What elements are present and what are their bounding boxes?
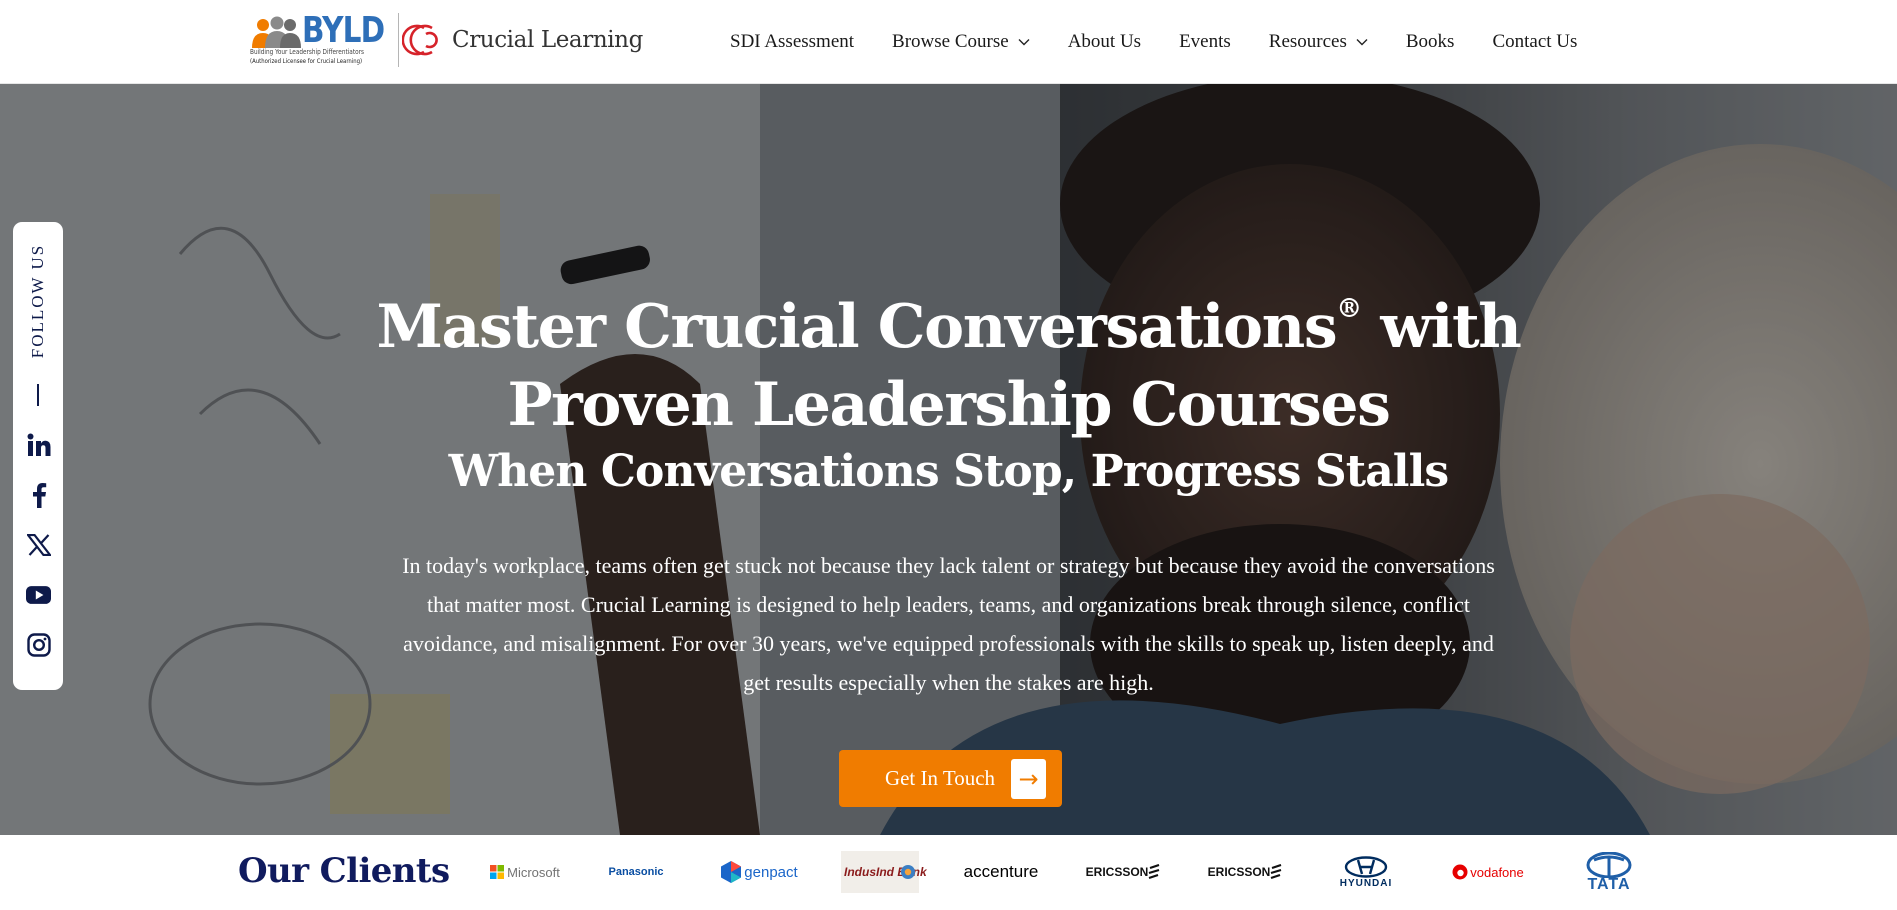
logo-divider <box>398 13 399 67</box>
main-nav: SDI Assessment Browse Course About Us Ev… <box>730 0 1577 84</box>
hero-subtitle: When Conversations Stop, Progress Stalls <box>448 446 1450 497</box>
nav-resources[interactable]: Resources <box>1269 31 1368 53</box>
youtube-icon[interactable] <box>26 582 51 607</box>
crucial-learning-wordmark: Crucial Learning <box>452 27 643 53</box>
hero-description: In today's workplace, teams often get st… <box>402 553 1495 695</box>
hero-title-line2: Proven Leadership Courses <box>507 370 1390 440</box>
instagram-icon[interactable] <box>26 632 51 657</box>
hero-content: Master Crucial Conversations® with Prove… <box>0 84 1897 835</box>
byld-wordmark: BYLD <box>302 10 385 51</box>
chevron-down-icon <box>1018 39 1030 46</box>
people-icon <box>250 14 302 48</box>
hyundai-icon <box>1344 855 1388 878</box>
client-name: HYUNDAI <box>1339 877 1393 889</box>
crucial-learning-mark-icon <box>402 24 438 56</box>
linkedin-icon[interactable] <box>26 432 51 457</box>
byld-tagline: Building Your Leadership Differentiators <box>250 48 364 56</box>
get-in-touch-button[interactable]: Get In Touch → <box>839 750 1062 807</box>
nav-label: Events <box>1179 31 1231 52</box>
nav-label: SDI Assessment <box>730 31 855 52</box>
nav-label: Books <box>1405 31 1455 52</box>
nav-contact-us[interactable]: Contact Us <box>1492 31 1577 53</box>
client-logo-ericsson-2: ERICSSON <box>1204 851 1286 893</box>
hero-title: Master Crucial Conversations® with Prove… <box>330 270 1567 444</box>
nav-about-us[interactable]: About Us <box>1068 31 1141 53</box>
client-name: TATA <box>1587 876 1631 893</box>
indusind-emblem-icon <box>901 865 915 879</box>
nav-label: Contact Us <box>1492 31 1578 52</box>
hero-title-line1: Master Crucial Conversations <box>376 292 1337 362</box>
follow-us-text: FOLLOW US <box>28 243 47 359</box>
client-name: Panasonic <box>608 866 664 878</box>
clients-strip: Our Clients Microsoft Panasonic genpact … <box>0 835 1897 910</box>
vodafone-icon <box>1452 864 1468 880</box>
client-logo-accenture: accenture <box>960 851 1042 893</box>
nav-books[interactable]: Books <box>1406 31 1455 53</box>
chevron-down-icon <box>1356 39 1368 46</box>
nav-label: Resources <box>1268 31 1347 52</box>
client-logo-indusind-bank: IndusInd Bank <box>841 851 927 893</box>
client-name: genpact <box>744 863 798 881</box>
nav-label: About Us <box>1067 31 1142 52</box>
genpact-icon <box>721 861 742 883</box>
client-name: Microsoft <box>507 864 560 880</box>
client-logo-microsoft: Microsoft <box>478 851 572 893</box>
byld-license-note: (Authorized Licensee for Crucial Learnin… <box>250 57 363 65</box>
nav-sdi-assessment[interactable]: SDI Assessment <box>730 31 854 53</box>
client-logo-genpact: genpact <box>717 851 801 893</box>
nav-browse-course[interactable]: Browse Course <box>892 31 1030 53</box>
client-name: ERICSSON <box>1207 865 1271 879</box>
ericsson-icon <box>1270 864 1282 880</box>
tata-icon <box>1586 852 1632 878</box>
facebook-icon[interactable] <box>26 482 51 508</box>
registered-mark: ® <box>1336 294 1362 324</box>
x-twitter-icon[interactable] <box>26 532 51 557</box>
site-logo[interactable]: BYLD Building Your Leadership Differenti… <box>250 12 643 68</box>
client-name: accenture <box>963 862 1039 881</box>
nav-events[interactable]: Events <box>1179 31 1231 53</box>
clients-title: Our Clients <box>238 851 450 891</box>
client-name: vodafone <box>1470 864 1524 880</box>
hero-section: Master Crucial Conversations® with Prove… <box>0 84 1897 835</box>
ericsson-icon <box>1148 864 1160 880</box>
client-logo-hyundai: HYUNDAI <box>1328 851 1404 893</box>
client-logo-tata: TATA <box>1574 851 1644 893</box>
microsoft-icon <box>490 865 505 879</box>
follow-divider <box>37 384 39 406</box>
client-name: IndusInd Bank <box>844 865 927 879</box>
nav-label: Browse Course <box>892 31 1009 52</box>
follow-us-bar: FOLLOW US <box>13 222 63 690</box>
client-logo-panasonic: Panasonic <box>598 851 674 893</box>
arrow-right-icon: → <box>1011 758 1046 799</box>
follow-us-label: FOLLOW US <box>26 236 50 366</box>
client-logo-ericsson: ERICSSON <box>1082 851 1164 893</box>
byld-logo: BYLD Building Your Leadership Differenti… <box>250 10 392 66</box>
client-name: ERICSSON <box>1085 865 1149 879</box>
cta-label: Get In Touch <box>884 766 996 790</box>
hero-title-line1-end: with <box>1360 292 1522 362</box>
site-header: BYLD Building Your Leadership Differenti… <box>0 0 1897 84</box>
client-logo-vodafone: vodafone <box>1448 851 1528 893</box>
